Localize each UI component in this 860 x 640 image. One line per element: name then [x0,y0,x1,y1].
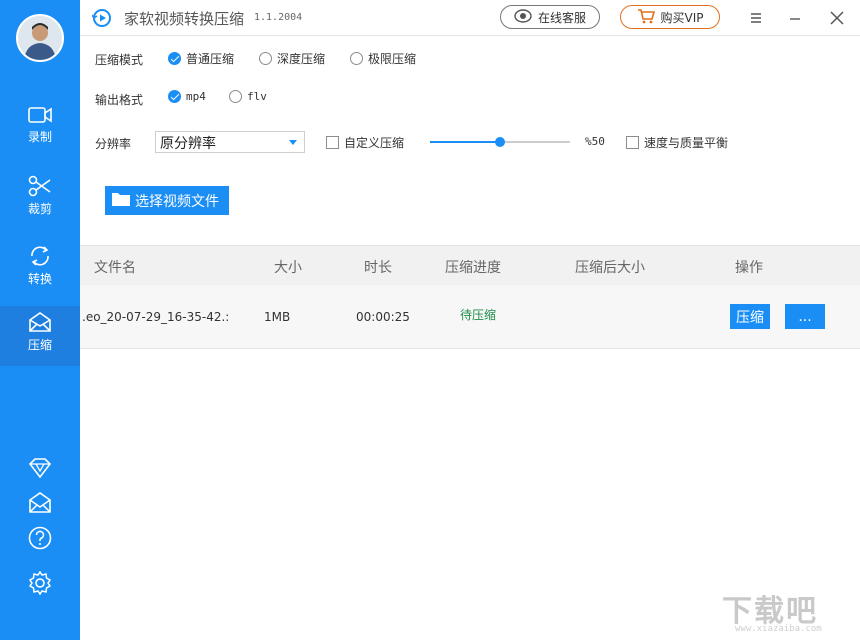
radio-checked-icon [168,90,181,103]
checkbox-box [326,136,339,149]
folder-icon [111,191,131,211]
buy-vip-button[interactable]: 购买VIP [620,5,720,29]
diamond-icon[interactable] [27,455,53,481]
convert-icon [0,244,80,268]
radio-format-mp4[interactable]: mp4 [168,90,206,103]
app-title: 家软视频转换压缩 [124,10,245,28]
chevron-down-icon [289,140,297,145]
balance-checkbox[interactable]: 速度与质量平衡 [626,134,728,151]
radio-label: 深度压缩 [277,52,326,66]
online-service-label: 在线客服 [537,10,586,25]
sidebar-item-record[interactable]: 录制 [0,104,80,158]
slider-thumb[interactable] [495,137,505,147]
radio-extreme-compress[interactable]: 极限压缩 [350,50,416,67]
title-bar: 家软视频转换压缩 1.1.2004 在线客服 购买VIP [80,0,860,36]
radio-label: 普通压缩 [186,52,235,66]
checkbox-label: 速度与质量平衡 [644,136,729,150]
more-options-button[interactable]: ... [785,304,825,329]
gear-icon[interactable] [27,570,53,596]
resolution-label: 分辨率 [95,137,132,151]
radio-deep-compress[interactable]: 深度压缩 [259,50,325,67]
sidebar-item-compress[interactable]: 压缩 [0,306,80,366]
radio-format-flv[interactable]: flv [229,90,267,103]
compress-button-label: 压缩 [736,309,764,326]
help-icon[interactable] [27,525,53,551]
slider-fill [430,141,500,143]
table-row[interactable]: .eo_20-07-29_16-35-42.: 1MB 00:00:25 待压缩… [80,285,860,349]
minimize-icon[interactable] [785,8,805,28]
sidebar-item-trim[interactable]: 裁剪 [0,174,80,228]
column-header-actions: 操作 [735,260,763,276]
sidebar: 录制 裁剪 转换 压缩 [0,0,80,640]
file-duration: 00:00:25 [356,310,410,324]
radio-label: 极限压缩 [368,52,417,66]
radio-label: mp4 [186,90,206,103]
app-window: 录制 裁剪 转换 压缩 家软视频转换压缩 1.1.2004 在线客服 购买VIP… [0,0,860,640]
online-service-button[interactable]: 在线客服 [500,5,600,29]
column-header-compressed-size: 压缩后大小 [575,260,645,276]
sidebar-item-label: 裁剪 [27,202,52,216]
buy-vip-label: 购买VIP [660,10,704,25]
compress-mode-label: 压缩模式 [95,53,144,67]
compress-button[interactable]: 压缩 [730,304,770,329]
choose-video-button[interactable]: 选择视频文件 [105,186,229,215]
resolution-value: 原分辨率 [160,136,216,152]
resolution-select[interactable]: 原分辨率 [155,131,305,153]
avatar[interactable] [16,14,64,62]
compress-status: 待压缩 [460,308,497,322]
radio-unchecked-icon [229,90,242,103]
cart-icon [637,8,655,27]
close-icon[interactable] [827,8,847,28]
column-header-filename: 文件名 [94,260,136,276]
custom-compress-checkbox[interactable]: 自定义压缩 [326,134,404,151]
watermark-url: www.xiazaiba.com [735,624,822,634]
file-size: 1MB [264,310,291,324]
choose-video-label: 选择视频文件 [135,193,219,210]
compress-icon [0,310,80,334]
scissors-icon [0,174,80,198]
radio-checked-icon [168,52,181,65]
mail-icon[interactable] [27,490,53,516]
app-version: 1.1.2004 [254,12,303,23]
checkbox-box [626,136,639,149]
output-format-label: 输出格式 [95,93,144,107]
quality-slider[interactable] [430,137,570,147]
sidebar-item-label: 转换 [27,272,52,286]
radio-label: flv [247,90,267,103]
column-header-size: 大小 [274,260,302,276]
radio-normal-compress[interactable]: 普通压缩 [168,50,234,67]
radio-unchecked-icon [350,52,363,65]
sidebar-item-convert[interactable]: 转换 [0,244,80,298]
file-name: .eo_20-07-29_16-35-42.: [82,310,230,324]
radio-unchecked-icon [259,52,272,65]
app-logo-icon [91,8,112,28]
checkbox-label: 自定义压缩 [344,136,405,150]
headset-icon [514,8,532,26]
quality-percent: %50 [585,135,605,148]
menu-icon[interactable] [746,8,766,28]
record-icon [0,104,80,126]
sidebar-item-label: 录制 [27,130,52,144]
more-button-label: ... [798,308,812,325]
column-header-duration: 时长 [364,260,392,276]
column-header-progress: 压缩进度 [445,260,501,276]
sidebar-item-label: 压缩 [27,338,52,352]
table-header: 文件名 大小 时长 压缩进度 压缩后大小 操作 [80,245,860,285]
